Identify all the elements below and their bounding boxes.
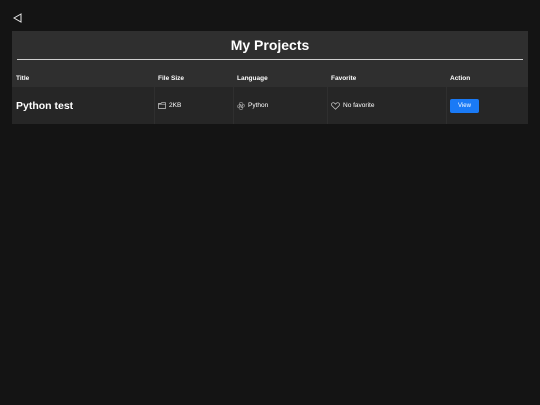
- back-button[interactable]: [11, 12, 23, 24]
- column-header-favorite: Favorite: [331, 74, 357, 82]
- title-divider: [17, 59, 523, 60]
- column-divider: [327, 87, 328, 124]
- column-header-file-size: File Size: [158, 74, 185, 82]
- favorite-toggle[interactable]: No favorite: [331, 101, 375, 110]
- project-title: Python test: [16, 99, 74, 112]
- table-row: Python test 2KB Python No favorite View: [12, 87, 528, 124]
- python-icon: [237, 101, 245, 110]
- language-cell: Python: [237, 101, 269, 110]
- favorite-label: No favorite: [343, 102, 375, 109]
- projects-panel: My Projects Title File Size Language Fav…: [12, 31, 528, 124]
- column-divider: [446, 87, 447, 124]
- back-triangle-icon: [12, 13, 22, 23]
- column-header-language: Language: [237, 74, 268, 82]
- language-value: Python: [248, 102, 269, 109]
- column-header-title: Title: [16, 74, 30, 82]
- action-cell: View: [450, 98, 479, 113]
- column-header-action: Action: [450, 74, 471, 82]
- file-size-value: 2KB: [169, 102, 182, 109]
- folder-icon: [158, 102, 166, 109]
- column-divider: [154, 87, 155, 124]
- view-button[interactable]: View: [450, 98, 479, 113]
- column-divider: [233, 87, 234, 124]
- table-header: Title File Size Language Favorite Action: [12, 69, 528, 87]
- page-title: My Projects: [230, 37, 310, 53]
- heart-outline-icon: [331, 101, 340, 110]
- file-size-cell: 2KB: [158, 102, 181, 109]
